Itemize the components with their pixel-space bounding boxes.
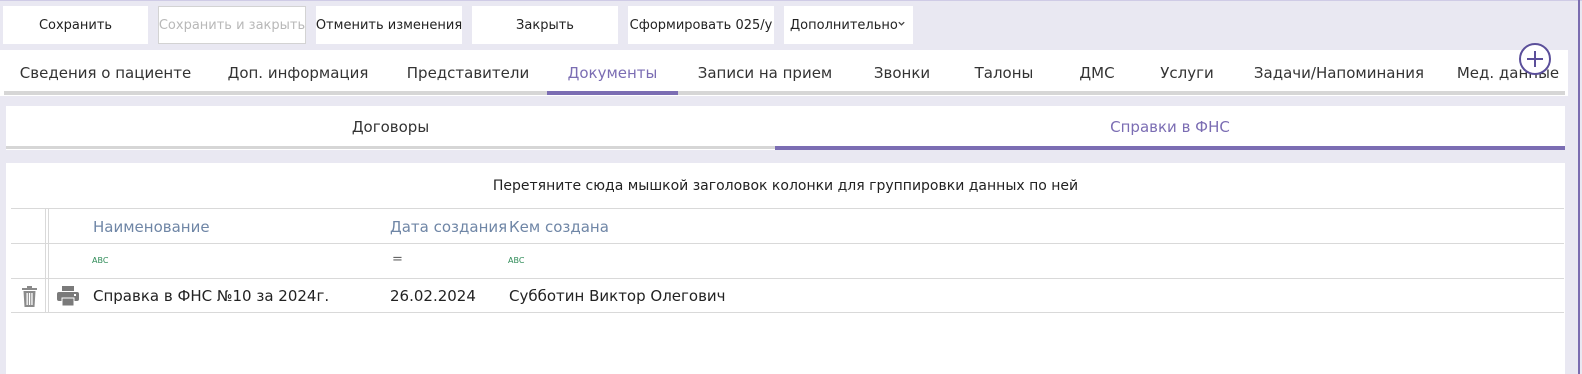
subtab-contracts[interactable]: Договоры xyxy=(6,106,775,148)
printer-icon[interactable] xyxy=(57,285,79,307)
form-025-button[interactable]: Сформировать 025/у xyxy=(628,6,774,44)
cancel-changes-button[interactable]: Отменить изменения xyxy=(316,6,462,44)
tab-representatives[interactable]: Представители xyxy=(392,50,544,96)
tab-calls[interactable]: Звонки xyxy=(860,50,944,96)
tab-additional-info[interactable]: Доп. информация xyxy=(212,50,384,96)
tab-tasks[interactable]: Задачи/Напоминания xyxy=(1244,50,1434,96)
tab-dms[interactable]: ДМС xyxy=(1064,50,1130,96)
grid-divider xyxy=(11,243,1564,244)
row-author-cell[interactable]: Субботин Виктор Олегович xyxy=(509,287,726,305)
grid-column-separator xyxy=(48,209,49,313)
tab-patient-info[interactable]: Сведения о пациенте xyxy=(4,50,207,96)
add-button[interactable] xyxy=(1519,43,1551,75)
row-name-cell[interactable]: Справка в ФНС №10 за 2024г. xyxy=(93,287,329,305)
tab-services[interactable]: Услуги xyxy=(1146,50,1228,96)
tab-active-indicator xyxy=(547,91,678,95)
text-filter-icon[interactable]: ABC xyxy=(508,256,524,265)
grid-divider xyxy=(11,312,1564,313)
tab-documents[interactable]: Документы xyxy=(547,50,678,96)
row-created-cell[interactable]: 26.02.2024 xyxy=(390,287,476,305)
trash-icon[interactable] xyxy=(19,285,39,307)
subtab-underline xyxy=(6,146,775,149)
group-panel-hint[interactable]: Перетяните сюда мышкой заголовок колонки… xyxy=(6,163,1565,209)
certificates-grid: Перетяните сюда мышкой заголовок колонки… xyxy=(6,163,1565,374)
column-header-name[interactable]: Наименование xyxy=(93,218,210,236)
grid-divider xyxy=(11,278,1564,279)
main-tabs: Сведения о пациенте Доп. информация Пред… xyxy=(0,50,1568,96)
chevron-down-icon xyxy=(898,21,905,26)
tabs-underline xyxy=(4,91,1565,95)
tab-coupons[interactable]: Талоны xyxy=(960,50,1048,96)
toolbar: Сохранить Сохранить и закрыть Отменить и… xyxy=(0,0,1568,50)
grid-column-separator xyxy=(45,209,46,313)
subtab-active-indicator xyxy=(775,146,1565,150)
tab-appointments[interactable]: Записи на прием xyxy=(686,50,844,96)
right-border xyxy=(1578,0,1580,374)
save-and-close-button[interactable]: Сохранить и закрыть xyxy=(158,6,306,44)
document-subtabs: Договоры Справки в ФНС xyxy=(6,106,1565,150)
more-dropdown[interactable]: Дополнительно xyxy=(784,6,913,44)
plus-icon xyxy=(1527,51,1543,67)
grid-divider xyxy=(11,208,1564,209)
text-filter-icon[interactable]: ABC xyxy=(92,256,108,265)
column-header-author[interactable]: Кем создана xyxy=(509,218,609,236)
close-button[interactable]: Закрыть xyxy=(472,6,618,44)
subtab-tax-certificates[interactable]: Справки в ФНС xyxy=(775,106,1565,148)
save-button[interactable]: Сохранить xyxy=(3,6,148,44)
equals-filter-icon[interactable]: = xyxy=(392,252,403,267)
column-header-created[interactable]: Дата создания xyxy=(390,218,507,236)
more-dropdown-label: Дополнительно xyxy=(790,17,898,33)
